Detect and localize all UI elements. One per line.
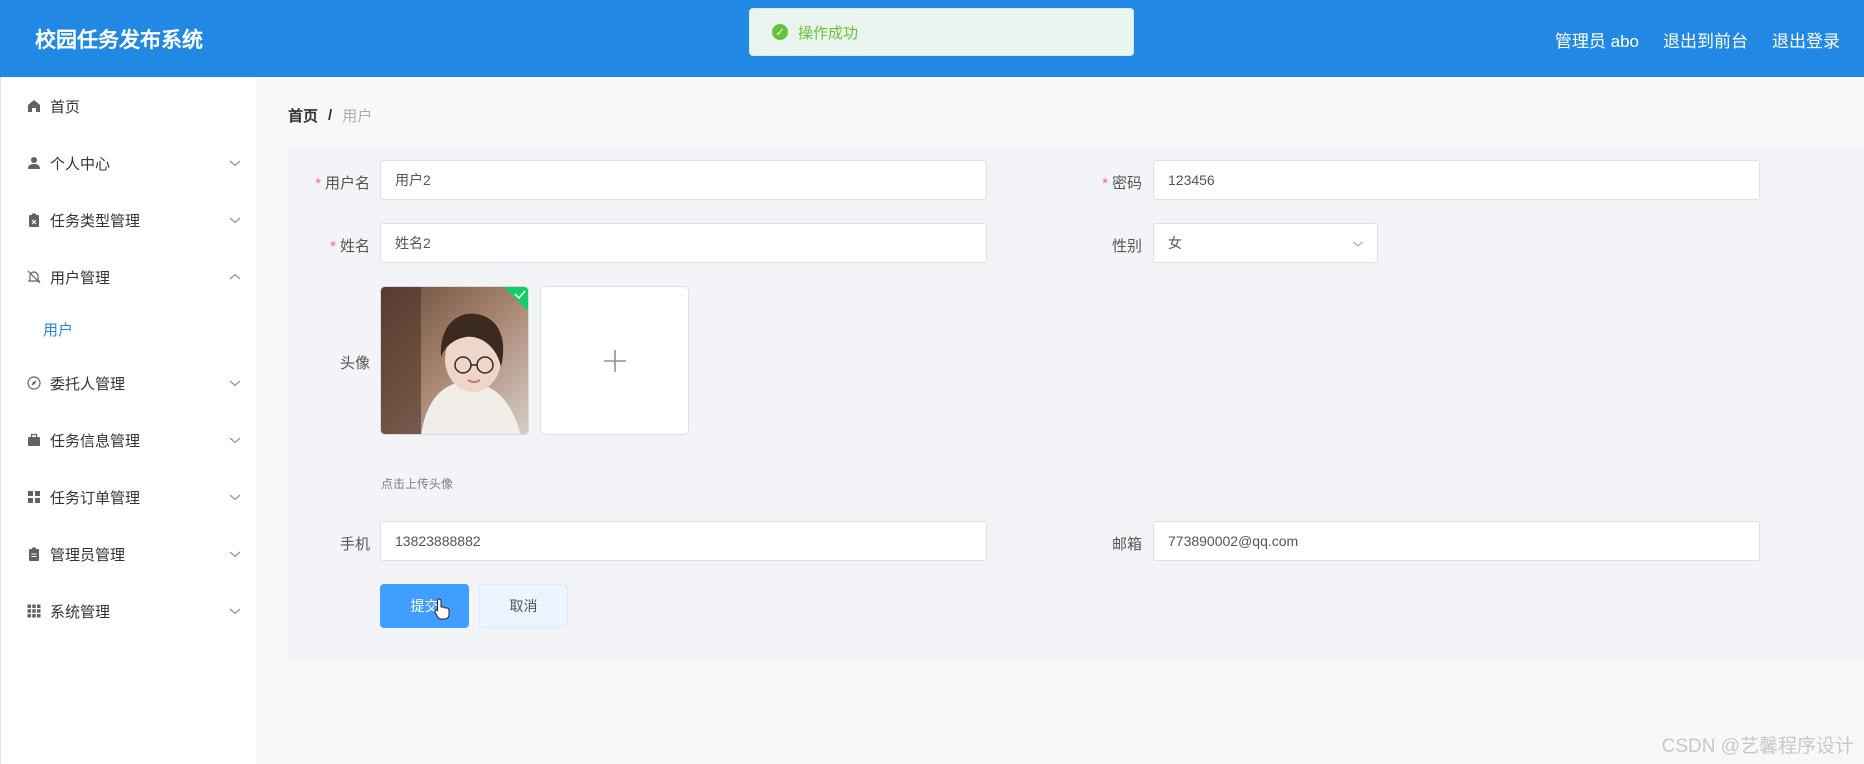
chevron-down-icon	[229, 380, 241, 387]
password-input[interactable]: 123456	[1153, 160, 1760, 200]
breadcrumb-current: 用户	[342, 108, 373, 125]
gender-label: 性别	[1111, 238, 1142, 255]
avatar-upload-button[interactable]	[540, 286, 689, 435]
sidebar-subitem-user[interactable]: 用户	[1, 309, 257, 349]
chevron-down-icon	[229, 551, 241, 558]
check-circle-icon: ✓	[772, 24, 788, 40]
sidebar-item-home[interactable]: 首页	[1, 86, 257, 126]
exit-to-frontend-link[interactable]: 退出到前台	[1663, 27, 1748, 52]
email-input[interactable]: 773890002@qq.com	[1153, 521, 1760, 561]
avatar-photo	[381, 287, 528, 434]
breadcrumb-home[interactable]: 首页	[288, 105, 318, 126]
sidebar-item-admin-management[interactable]: 管理员管理	[1, 534, 257, 574]
sidebar-item-client-management[interactable]: 委托人管理	[1, 363, 257, 403]
chevron-down-icon	[1353, 241, 1363, 247]
sidebar-item-label: 首页	[50, 98, 81, 116]
username-input[interactable]: 用户2	[380, 160, 987, 200]
phone-label: 手机	[339, 536, 370, 553]
compass-icon	[26, 375, 42, 391]
sidebar-item-label: 用户管理	[50, 269, 111, 287]
password-label: * 密码	[1102, 175, 1142, 192]
toast-message: 操作成功	[798, 24, 859, 42]
sidebar-item-label: 管理员管理	[50, 546, 126, 564]
sidebar: 首页 个人中心 任务类型管理 用户管理 用户 委托人管理 任务信息管理 任务订单…	[0, 77, 256, 764]
sidebar-item-label: 委托人管理	[50, 375, 126, 393]
app-title: 校园任务发布系统	[35, 29, 203, 52]
clipboard-list-icon	[26, 546, 42, 562]
user-icon	[26, 155, 42, 171]
breadcrumb-separator: /	[328, 107, 333, 124]
chevron-down-icon	[229, 494, 241, 501]
chevron-down-icon	[229, 437, 241, 444]
breadcrumb: 首页 / 用户	[288, 105, 372, 126]
briefcase-icon	[26, 432, 42, 448]
chevron-down-icon	[229, 160, 241, 167]
sidebar-item-label: 任务类型管理	[50, 212, 141, 230]
sidebar-item-user-management[interactable]: 用户管理	[1, 257, 257, 297]
username-label: * 用户名	[315, 175, 370, 192]
submit-button[interactable]: 提交	[380, 584, 469, 628]
email-label: 邮箱	[1111, 536, 1142, 553]
sidebar-item-personal-center[interactable]: 个人中心	[1, 143, 257, 183]
gender-selected-value: 女	[1168, 235, 1182, 251]
sidebar-item-label: 任务信息管理	[50, 432, 141, 450]
watermark: CSDN @艺馨程序设计	[1661, 736, 1854, 757]
success-toast: ✓ 操作成功	[749, 8, 1134, 56]
sidebar-item-system-management[interactable]: 系统管理	[1, 591, 257, 631]
hand-cursor-icon	[434, 598, 450, 620]
sidebar-item-label: 个人中心	[50, 155, 111, 173]
chevron-down-icon	[229, 217, 241, 224]
cancel-button[interactable]: 取消	[479, 584, 568, 628]
sidebar-item-label: 任务订单管理	[50, 489, 141, 507]
sidebar-item-task-info[interactable]: 任务信息管理	[1, 420, 257, 460]
avatar-label: 头像	[339, 355, 370, 372]
admin-name: 管理员 abo	[1554, 32, 1639, 51]
upload-tip: 点击上传头像	[381, 477, 454, 491]
grid-icon	[26, 489, 42, 505]
plus-icon	[603, 349, 626, 372]
header-actions: 管理员 abo 退出到前台 退出登录	[1555, 27, 1840, 52]
name-label: * 姓名	[330, 238, 370, 255]
sidebar-item-task-type[interactable]: 任务类型管理	[1, 200, 257, 240]
sidebar-item-label: 系统管理	[50, 603, 111, 621]
chevron-up-icon	[229, 273, 241, 280]
clipboard-icon	[26, 212, 42, 228]
apps-icon	[26, 603, 42, 619]
sidebar-item-task-order[interactable]: 任务订单管理	[1, 477, 257, 517]
name-input[interactable]: 姓名2	[380, 223, 987, 263]
logout-link[interactable]: 退出登录	[1772, 27, 1840, 52]
gender-select[interactable]: 女	[1153, 223, 1378, 263]
phone-input[interactable]: 13823888882	[380, 521, 987, 561]
avatar-image[interactable]	[380, 286, 529, 435]
bell-off-icon	[26, 269, 42, 285]
home-icon	[26, 98, 42, 114]
chevron-down-icon	[229, 608, 241, 615]
